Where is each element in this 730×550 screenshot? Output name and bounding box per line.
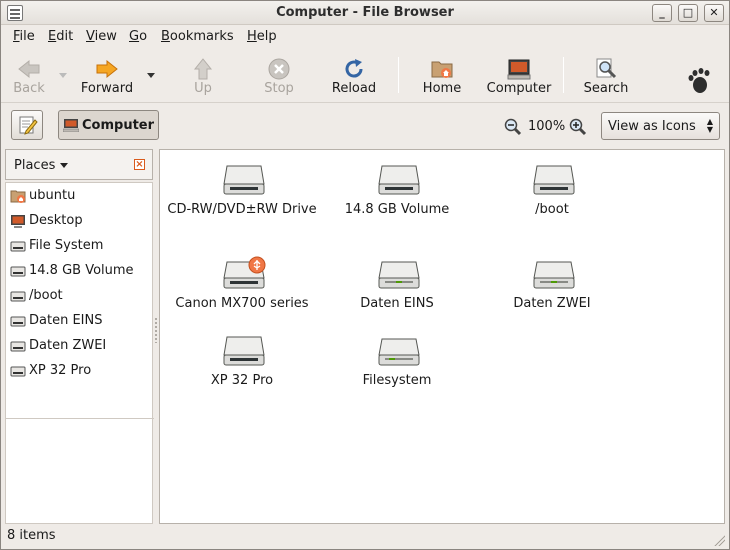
gnome-foot-icon [688, 68, 710, 93]
drive-icon [378, 165, 420, 195]
zoom-level-label[interactable]: 100% [528, 119, 565, 134]
desktop-icon [11, 215, 25, 228]
search-button[interactable]: Search [581, 49, 631, 101]
icon-item-daten-zwei[interactable]: Daten ZWEI [477, 244, 627, 324]
stop-button[interactable]: Stop [259, 49, 299, 101]
menu-edit[interactable]: Edit [48, 29, 73, 44]
main-toolbar: Back Forward Up Stop Reload Home Compute… [1, 49, 729, 103]
menu-file[interactable]: File [13, 29, 35, 44]
places-dropdown[interactable]: Places × [5, 149, 153, 180]
close-button[interactable]: ✕ [704, 4, 724, 22]
edit-location-icon [19, 116, 38, 135]
zoom-out-icon[interactable] [504, 118, 522, 136]
toolbar-separator-2 [563, 57, 564, 93]
sidebar-item-desktop[interactable]: Desktop [6, 210, 152, 232]
icon-item-14-8-gb-volume[interactable]: 14.8 GB Volume [322, 150, 472, 230]
toggle-location-entry-button[interactable] [11, 110, 43, 140]
search-icon [596, 58, 617, 79]
sidebar-item-boot[interactable]: /boot [6, 285, 152, 307]
title-bar[interactable]: Computer - File Browser _ □ ✕ [1, 1, 729, 25]
drive-icon [10, 341, 26, 352]
sidebar: Places × ubuntu Desktop File System 14.8… [5, 149, 154, 524]
chevron-down-icon [60, 163, 68, 168]
home-button[interactable]: Home [417, 49, 467, 101]
icon-item-filesystem[interactable]: Filesystem [322, 321, 472, 401]
zoom-in-icon[interactable] [569, 118, 587, 136]
maximize-button[interactable]: □ [678, 4, 698, 22]
close-sidebar-icon[interactable]: × [134, 159, 145, 170]
usb-drive-icon [223, 256, 266, 289]
status-bar: 8 items [1, 525, 729, 549]
icon-item-boot[interactable]: /boot [477, 150, 627, 230]
menu-bar: File Edit View Go Bookmarks Help [1, 26, 729, 48]
sidebar-divider [6, 418, 154, 419]
drive-icon [10, 291, 26, 302]
icon-item-cd-rw-dvd-drive[interactable]: CD-RW/DVD±RW Drive [167, 150, 317, 230]
path-button-computer[interactable]: Computer [58, 110, 159, 140]
drive-green-led-icon [378, 338, 420, 366]
sidebar-item-ubuntu[interactable]: ubuntu [6, 185, 152, 207]
stop-icon [268, 58, 290, 80]
drive-icon [533, 165, 575, 195]
drive-icon [10, 241, 26, 252]
icon-item-xp-32-pro[interactable]: XP 32 Pro [167, 321, 317, 401]
sidebar-item-14-8-gb-volume[interactable]: 14.8 GB Volume [6, 260, 152, 282]
back-arrow-icon [18, 59, 40, 79]
icon-view[interactable]: CD-RW/DVD±RW Drive 14.8 GB Volume /boot [159, 149, 725, 524]
up-button[interactable]: Up [183, 49, 223, 101]
menu-go[interactable]: Go [129, 29, 147, 44]
drive-green-led-icon [533, 261, 575, 289]
places-list: ubuntu Desktop File System 14.8 GB Volum… [5, 182, 154, 524]
file-browser-window: Computer - File Browser _ □ ✕ File Edit … [0, 0, 730, 550]
select-spinner-icon: ▲ ▼ [706, 117, 713, 134]
forward-history-dropdown[interactable] [147, 73, 155, 78]
pane-resize-handle[interactable] [154, 317, 158, 343]
menu-help[interactable]: Help [247, 29, 277, 44]
menu-view[interactable]: View [86, 29, 117, 44]
toolbar-separator [398, 57, 399, 93]
menu-bookmarks[interactable]: Bookmarks [161, 29, 234, 44]
reload-button[interactable]: Reload [329, 49, 379, 101]
reload-icon [345, 59, 363, 78]
drive-icon [223, 336, 265, 366]
window-title: Computer - File Browser [276, 5, 454, 20]
sidebar-item-daten-zwei[interactable]: Daten ZWEI [6, 335, 152, 357]
drive-icon [10, 266, 26, 277]
minimize-button[interactable]: _ [652, 4, 672, 22]
computer-button[interactable]: Computer [484, 49, 554, 101]
forward-button[interactable]: Forward [77, 49, 137, 101]
back-history-dropdown[interactable] [59, 73, 67, 78]
back-button[interactable]: Back [9, 49, 49, 101]
status-text: 8 items [7, 528, 56, 543]
forward-arrow-icon [96, 59, 118, 79]
up-arrow-icon [193, 58, 213, 80]
icon-item-canon-mx700[interactable]: Canon MX700 series [167, 244, 317, 324]
sidebar-item-xp-32-pro[interactable]: XP 32 Pro [6, 360, 152, 382]
home-folder-icon [10, 190, 26, 203]
drive-green-led-icon [378, 261, 420, 289]
computer-icon [507, 59, 531, 80]
computer-icon [63, 119, 79, 132]
home-folder-icon [431, 61, 453, 78]
sidebar-item-file-system[interactable]: File System [6, 235, 152, 257]
location-bar: Computer 100% View as Icons ▲ ▼ [1, 104, 729, 146]
sidebar-item-daten-eins[interactable]: Daten EINS [6, 310, 152, 332]
drive-icon [10, 366, 26, 377]
icon-item-daten-eins[interactable]: Daten EINS [322, 244, 472, 324]
optical-drive-icon [223, 165, 265, 195]
drive-icon [10, 316, 26, 327]
view-mode-select[interactable]: View as Icons ▲ ▼ [601, 112, 720, 140]
resize-grip[interactable] [713, 534, 725, 546]
